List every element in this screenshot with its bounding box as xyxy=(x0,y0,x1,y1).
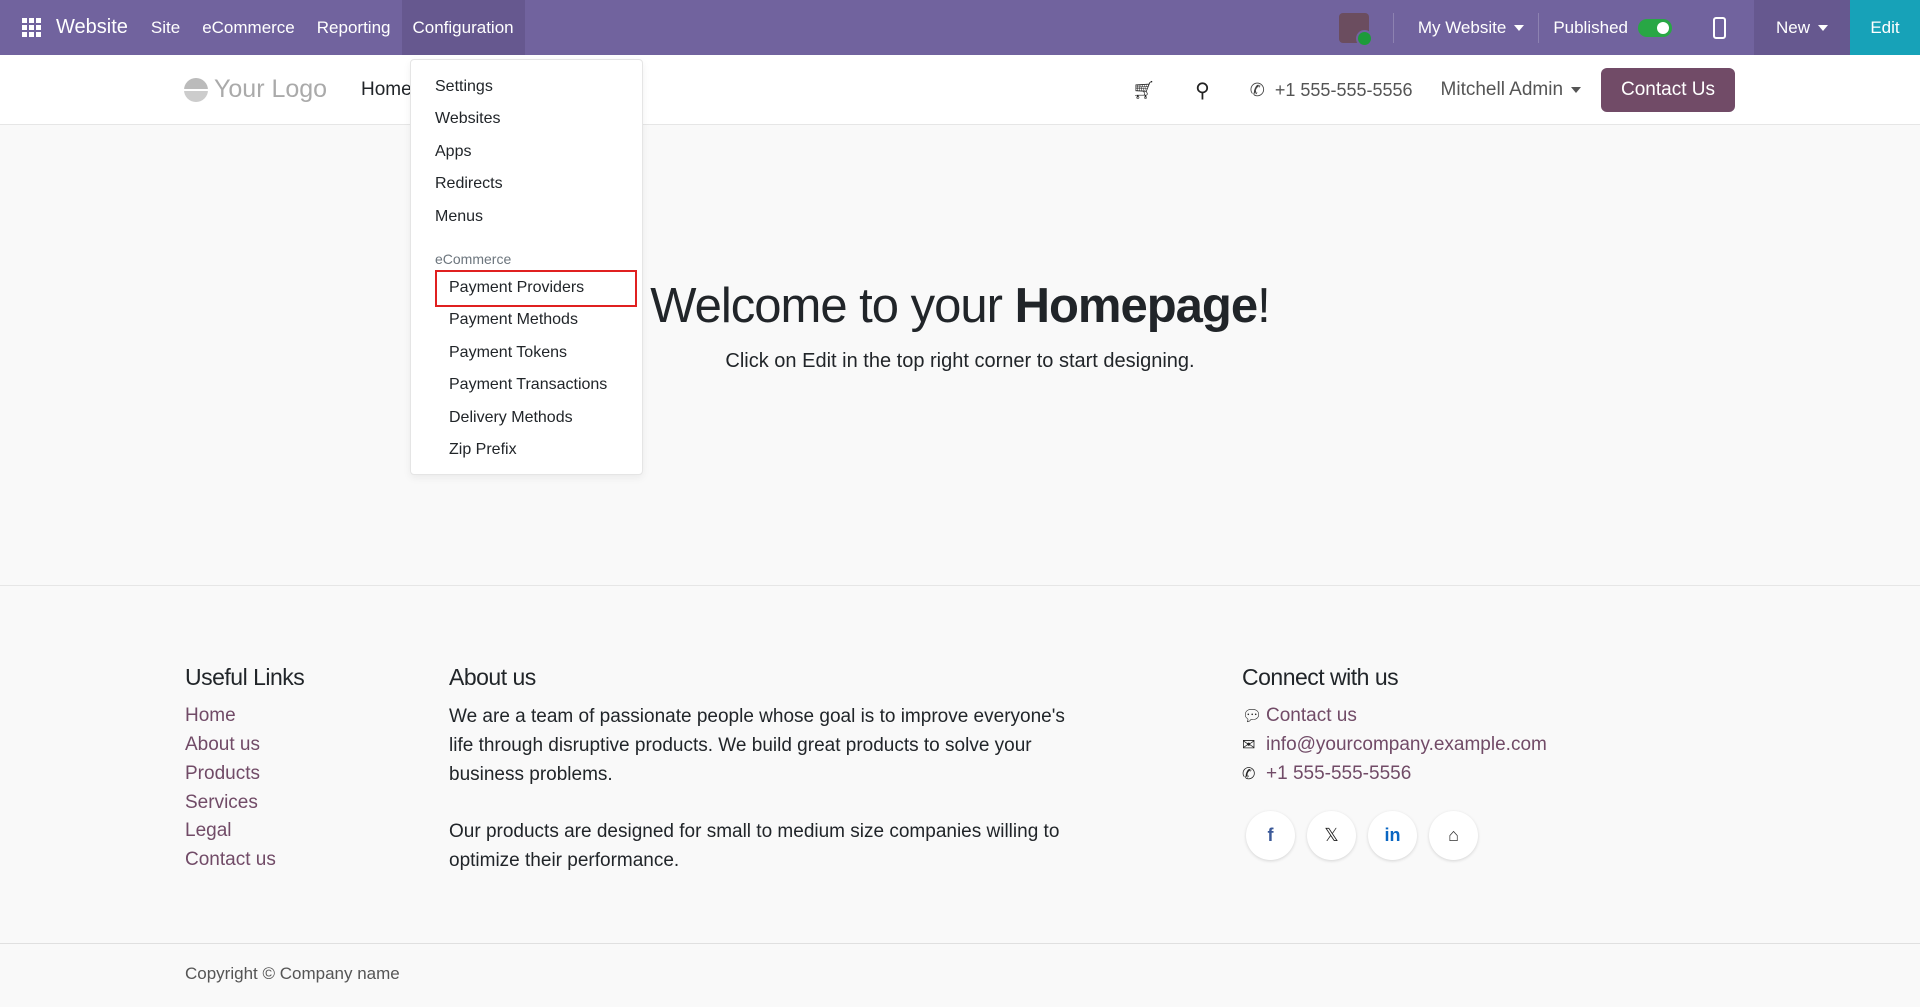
website-selector[interactable]: My Website xyxy=(1394,0,1539,55)
footer-link-legal[interactable]: Legal xyxy=(185,820,232,842)
facebook-icon[interactable]: f xyxy=(1246,811,1295,860)
published-toggle[interactable]: Published xyxy=(1539,0,1683,55)
app-name[interactable]: Website xyxy=(56,16,128,39)
sub-bold: Edit xyxy=(802,350,837,372)
caret-down-icon xyxy=(1514,24,1525,31)
menu-item-delivery-methods[interactable]: Delivery Methods xyxy=(449,409,573,427)
phone-icon: ✆ xyxy=(1242,766,1256,783)
cart-icon[interactable]: 🛒︎ xyxy=(1132,80,1155,101)
contact-us-button[interactable]: Contact Us xyxy=(1601,68,1735,112)
title-post: ! xyxy=(1257,279,1271,333)
caret-down-icon xyxy=(1571,86,1582,93)
footer-phone-link[interactable]: +1 555-555-5556 xyxy=(1266,763,1411,784)
site-header: Your Logo Home 🛒︎ ⚲ ✆ +1 555-555-5556 Mi… xyxy=(0,55,1920,125)
logo-mark-icon xyxy=(184,77,208,102)
phone-icon: ✆ xyxy=(1249,79,1265,100)
title-bold: Homepage xyxy=(1014,279,1259,333)
footer-link-home[interactable]: Home xyxy=(185,705,236,727)
menu-reporting[interactable]: Reporting xyxy=(306,0,402,55)
site-logo[interactable]: Your Logo xyxy=(184,75,327,104)
new-button[interactable]: New xyxy=(1753,0,1850,55)
menu-item-payment-transactions[interactable]: Payment Transactions xyxy=(449,376,607,394)
footer-link-contact[interactable]: Contact us xyxy=(185,849,276,871)
sub-pre: Click on xyxy=(725,350,803,372)
section-header-ecommerce: eCommerce xyxy=(435,251,512,267)
user-avatar[interactable] xyxy=(1338,12,1373,47)
copyright-text: Copyright © Company name xyxy=(185,964,400,983)
apps-grid-icon[interactable] xyxy=(22,17,42,38)
footer-divider xyxy=(0,585,1920,586)
user-name: Mitchell Admin xyxy=(1440,79,1564,100)
sub-post: in the top right corner to start designi… xyxy=(836,350,1195,372)
toggle-switch[interactable] xyxy=(1637,18,1672,37)
x-icon[interactable]: 𝕏 xyxy=(1307,811,1356,860)
home-icon[interactable]: ⌂ xyxy=(1429,811,1478,860)
user-menu[interactable]: Mitchell Admin xyxy=(1441,79,1582,101)
welcome-subtext: Click on Edit in the top right corner to… xyxy=(0,350,1920,373)
logo-text: Your Logo xyxy=(214,75,328,103)
menu-item-redirects[interactable]: Redirects xyxy=(435,175,503,193)
nav-home[interactable]: Home xyxy=(361,79,412,101)
menu-item-apps[interactable]: Apps xyxy=(435,143,471,161)
connect-title: Connect with us xyxy=(1242,664,1399,690)
title-pre: Welcome to your xyxy=(650,279,1015,333)
menu-item-websites[interactable]: Websites xyxy=(435,110,501,128)
menu-item-zip-prefix[interactable]: Zip Prefix xyxy=(449,441,517,459)
about-paragraph-2: Our products are designed for small to m… xyxy=(449,821,1060,871)
footer-email-link[interactable]: info@yourcompany.example.com xyxy=(1266,734,1547,755)
top-navbar: Website Site eCommerce Reporting Configu… xyxy=(0,0,1920,55)
footer-link-products[interactable]: Products xyxy=(185,763,260,785)
about-title: About us xyxy=(449,664,536,690)
menu-item-settings[interactable]: Settings xyxy=(435,78,493,96)
menu-ecommerce[interactable]: eCommerce xyxy=(191,0,306,55)
caret-down-icon xyxy=(1818,24,1828,31)
footer-link-services[interactable]: Services xyxy=(185,792,258,814)
search-icon[interactable]: ⚲ xyxy=(1195,78,1210,103)
website-selector-label: My Website xyxy=(1417,17,1507,37)
header-phone[interactable]: +1 555-555-5556 xyxy=(1275,80,1413,101)
menu-site[interactable]: Site xyxy=(140,0,191,55)
configuration-dropdown: Settings Websites Apps Redirects Menus e… xyxy=(410,59,643,475)
footer-contact-link[interactable]: Contact us xyxy=(1266,705,1357,726)
mobile-preview-icon[interactable] xyxy=(1712,16,1726,39)
copyright-divider xyxy=(0,943,1920,944)
menu-configuration[interactable]: Configuration xyxy=(401,0,525,55)
chat-icon: 💬︎ xyxy=(1242,708,1263,725)
linkedin-icon[interactable]: in xyxy=(1368,811,1417,860)
welcome-heading: Welcome to your Homepage! xyxy=(0,278,1920,334)
useful-links-title: Useful Links xyxy=(185,664,305,690)
footer-link-about[interactable]: About us xyxy=(185,734,260,756)
menu-item-menus[interactable]: Menus xyxy=(435,208,483,226)
new-label: New xyxy=(1775,17,1810,37)
edit-button[interactable]: Edit xyxy=(1850,0,1920,55)
envelope-icon: ✉ xyxy=(1242,737,1256,754)
published-label: Published xyxy=(1553,17,1628,37)
about-paragraph-1: We are a team of passionate people whose… xyxy=(449,706,1065,785)
